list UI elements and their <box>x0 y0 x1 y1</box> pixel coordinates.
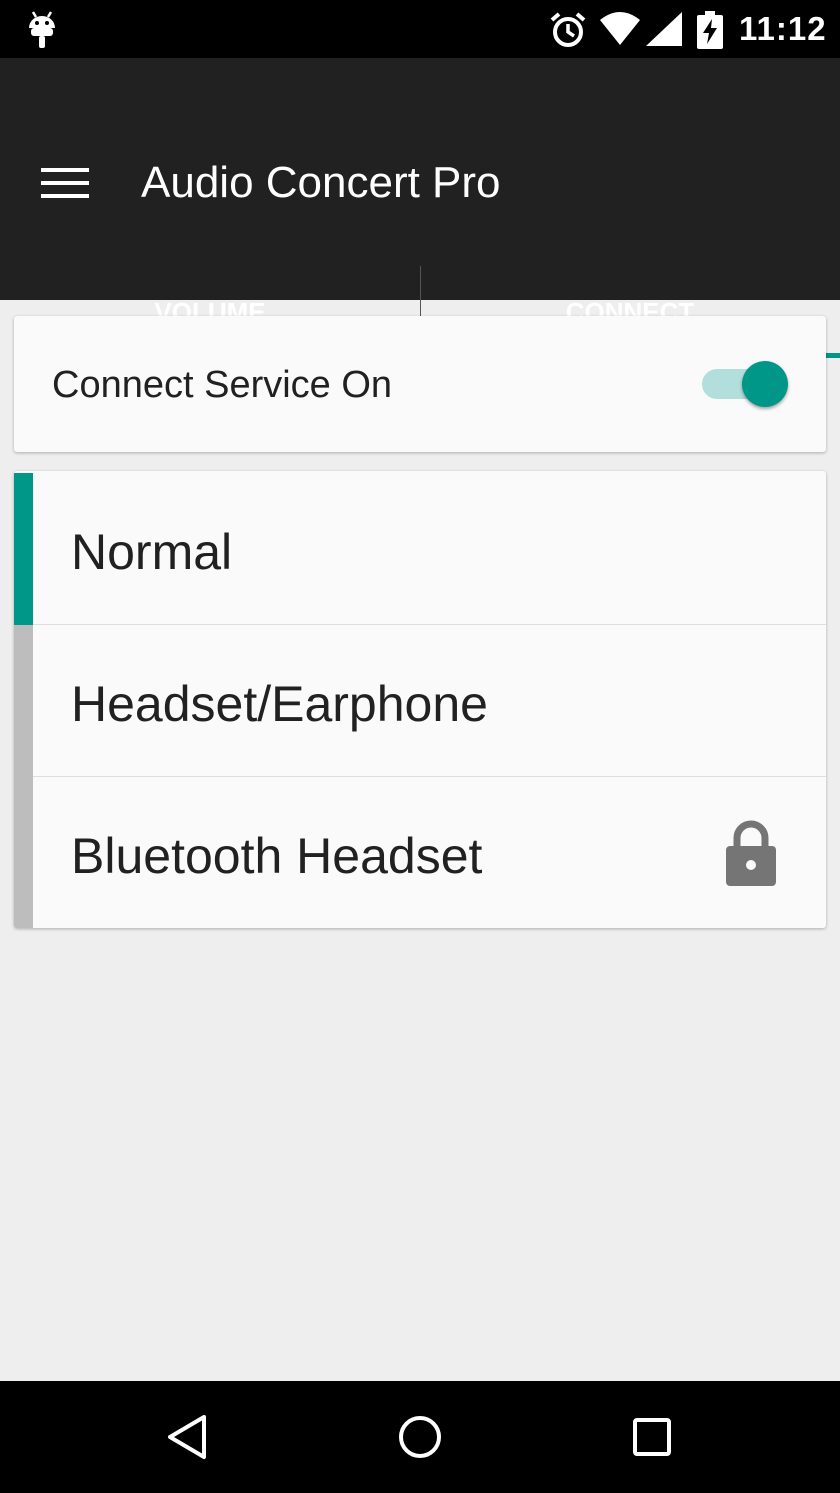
mode-label: Bluetooth Headset <box>71 828 483 884</box>
mode-item-normal[interactable]: Normal <box>14 473 826 625</box>
mode-label: Normal <box>71 524 233 580</box>
audio-mode-list: Normal Headset/Earphone Bluetooth Headse… <box>14 471 826 928</box>
status-bar: 11:12 <box>0 0 840 58</box>
connect-service-toggle[interactable] <box>702 361 792 407</box>
home-icon[interactable] <box>390 1411 450 1463</box>
inactive-indicator-bar <box>14 777 33 928</box>
app-bar: Audio Concert Pro VOLUME CONNECT <box>0 58 840 358</box>
mode-item-headset[interactable]: Headset/Earphone <box>14 625 826 777</box>
navigation-bar <box>0 1381 840 1493</box>
recent-apps-icon[interactable] <box>622 1411 682 1463</box>
back-icon[interactable] <box>158 1411 218 1463</box>
toggle-thumb <box>742 361 788 407</box>
wifi-icon <box>600 12 640 45</box>
android-icon <box>29 11 55 48</box>
status-clock: 11:12 <box>739 10 827 47</box>
signal-icon <box>646 12 682 46</box>
active-indicator-bar <box>14 473 33 625</box>
connect-service-label: Connect Service On <box>52 364 393 406</box>
app-title: Audio Concert Pro <box>141 158 501 207</box>
lock-icon <box>726 820 776 886</box>
connect-service-card: Connect Service On <box>14 316 826 452</box>
mode-item-bluetooth[interactable]: Bluetooth Headset <box>14 777 826 928</box>
menu-icon[interactable] <box>41 168 89 198</box>
inactive-indicator-bar <box>14 625 33 777</box>
alarm-icon <box>550 12 586 47</box>
battery-charging-icon <box>697 11 723 49</box>
mode-label: Headset/Earphone <box>71 676 488 732</box>
